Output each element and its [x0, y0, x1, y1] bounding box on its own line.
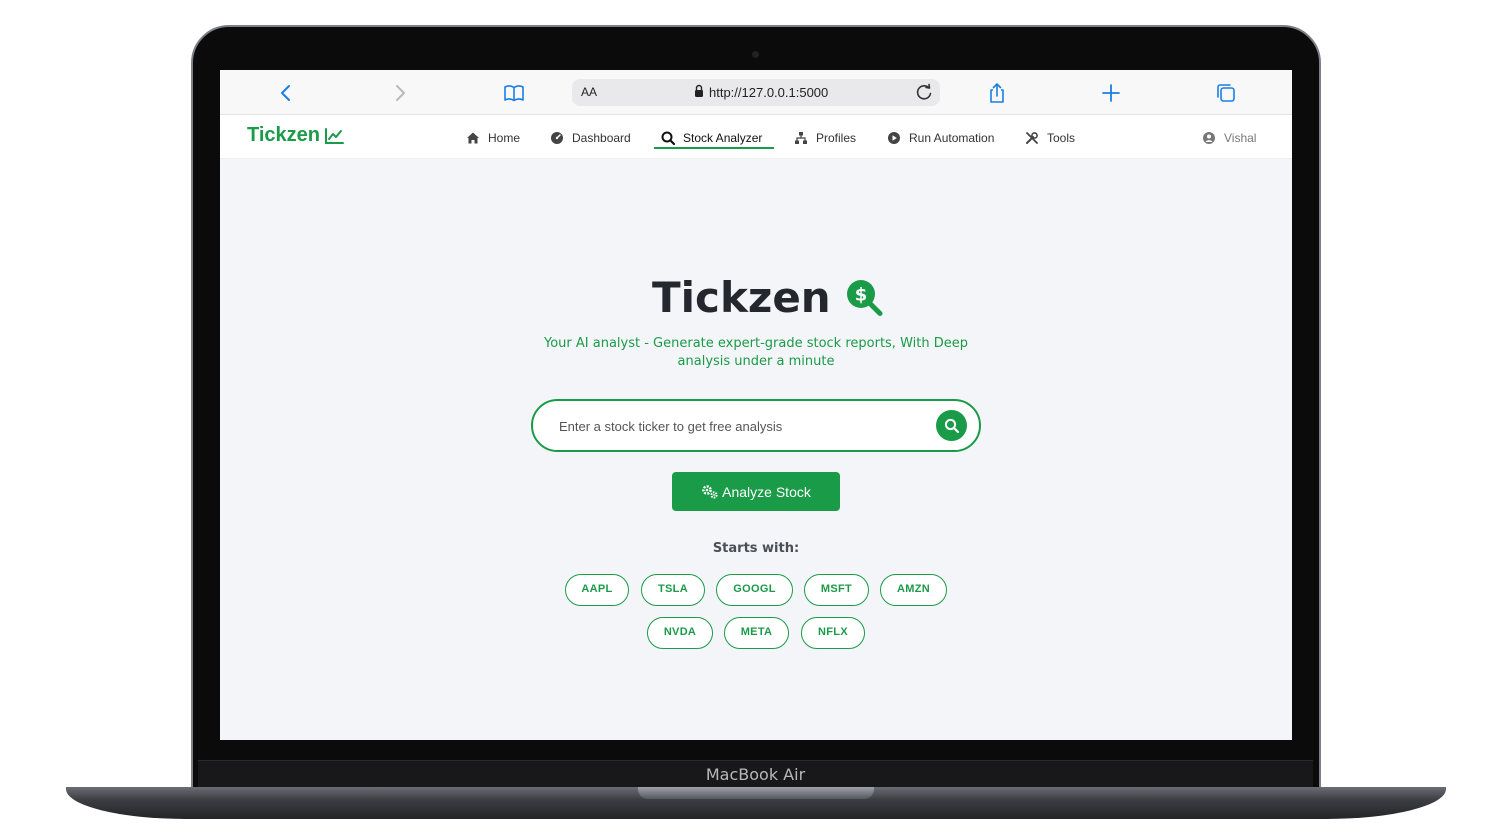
- nav-item-run-automation[interactable]: Run Automation: [887, 127, 994, 149]
- ticker-chip-msft[interactable]: MSFT: [804, 574, 869, 606]
- nav-item-stock-analyzer[interactable]: Stock Analyzer: [661, 127, 762, 149]
- url-text: http://127.0.0.1:5000: [709, 85, 829, 100]
- tabs-overview-icon[interactable]: [1213, 80, 1239, 106]
- starts-with-label: Starts with:: [712, 541, 800, 556]
- ticker-search-box: [531, 399, 981, 452]
- analyze-stock-label: Analyze Stock: [722, 483, 811, 500]
- nav-label: Run Automation: [909, 131, 995, 145]
- lock-icon: [695, 84, 703, 97]
- device-label: MacBook Air: [198, 760, 1313, 788]
- back-icon[interactable]: [273, 80, 299, 106]
- ticker-chip-googl[interactable]: GOOGL: [716, 574, 793, 606]
- sitemap-icon: [795, 132, 807, 144]
- search-dollar-logo-icon: $: [846, 279, 883, 316]
- cogs-icon: [702, 484, 718, 499]
- user-name: Vishal: [1224, 131, 1257, 145]
- ticker-chip-nflx[interactable]: NFLX: [801, 617, 865, 649]
- tools-icon: [1026, 132, 1038, 144]
- analyze-stock-button[interactable]: Analyze Stock: [672, 472, 840, 511]
- hero-title: Tickzen: [652, 273, 831, 322]
- active-nav-underline: [654, 147, 774, 149]
- app-navbar: Tickzen Home Dashboard Stock Analyzer Pr…: [220, 115, 1292, 159]
- nav-item-dashboard[interactable]: Dashboard: [550, 127, 631, 149]
- ticker-search-input[interactable]: [559, 415, 919, 437]
- ticker-chip-meta[interactable]: META: [724, 617, 789, 649]
- chart-line-icon: [325, 127, 344, 144]
- nav-label: Home: [488, 131, 521, 145]
- brand-logo[interactable]: Tickzen: [247, 124, 344, 147]
- ticker-chip-amzn[interactable]: AMZN: [880, 574, 947, 606]
- camera-dot: [752, 51, 759, 58]
- nav-label: Stock Analyzer: [683, 131, 763, 145]
- ticker-chip-aapl[interactable]: AAPL: [565, 574, 629, 606]
- nav-label: Profiles: [816, 131, 857, 145]
- svg-text:$: $: [854, 284, 867, 305]
- ticker-chip-nvda[interactable]: NVDA: [647, 617, 713, 649]
- screen: AA http://127.0.0.1:5000 Tickzen Home Da…: [220, 70, 1292, 740]
- new-tab-icon[interactable]: [1098, 80, 1124, 106]
- dashboard-icon: [551, 132, 563, 144]
- laptop-notch: [638, 787, 874, 799]
- browser-toolbar: AA http://127.0.0.1:5000: [220, 70, 1292, 115]
- address-bar[interactable]: AA http://127.0.0.1:5000: [572, 79, 940, 106]
- hero-tagline: Your AI analyst - Generate expert-grade …: [544, 336, 968, 369]
- forward-icon[interactable]: [387, 80, 413, 106]
- search-icon: [944, 418, 959, 433]
- search-button[interactable]: [936, 410, 967, 441]
- reload-icon[interactable]: [914, 81, 934, 108]
- share-icon[interactable]: [984, 80, 1010, 106]
- hero-heading: Tickzen $: [652, 273, 885, 322]
- nav-item-tools[interactable]: Tools: [1025, 127, 1075, 149]
- nav-item-profiles[interactable]: Profiles: [794, 127, 856, 149]
- user-menu[interactable]: Vishal: [1202, 127, 1256, 149]
- nav-label: Tools: [1047, 131, 1076, 145]
- user-circle-icon: [1203, 132, 1215, 144]
- brand-name: Tickzen: [247, 124, 320, 146]
- nav-item-home[interactable]: Home: [466, 127, 520, 149]
- bookmarks-icon[interactable]: [501, 80, 527, 106]
- play-circle-icon: [888, 132, 900, 144]
- ticker-chip-tsla[interactable]: TSLA: [641, 574, 705, 606]
- nav-label: Dashboard: [572, 131, 631, 145]
- text-size-button[interactable]: AA: [581, 85, 597, 99]
- search-dollar-icon: [661, 131, 675, 145]
- home-icon: [467, 132, 479, 144]
